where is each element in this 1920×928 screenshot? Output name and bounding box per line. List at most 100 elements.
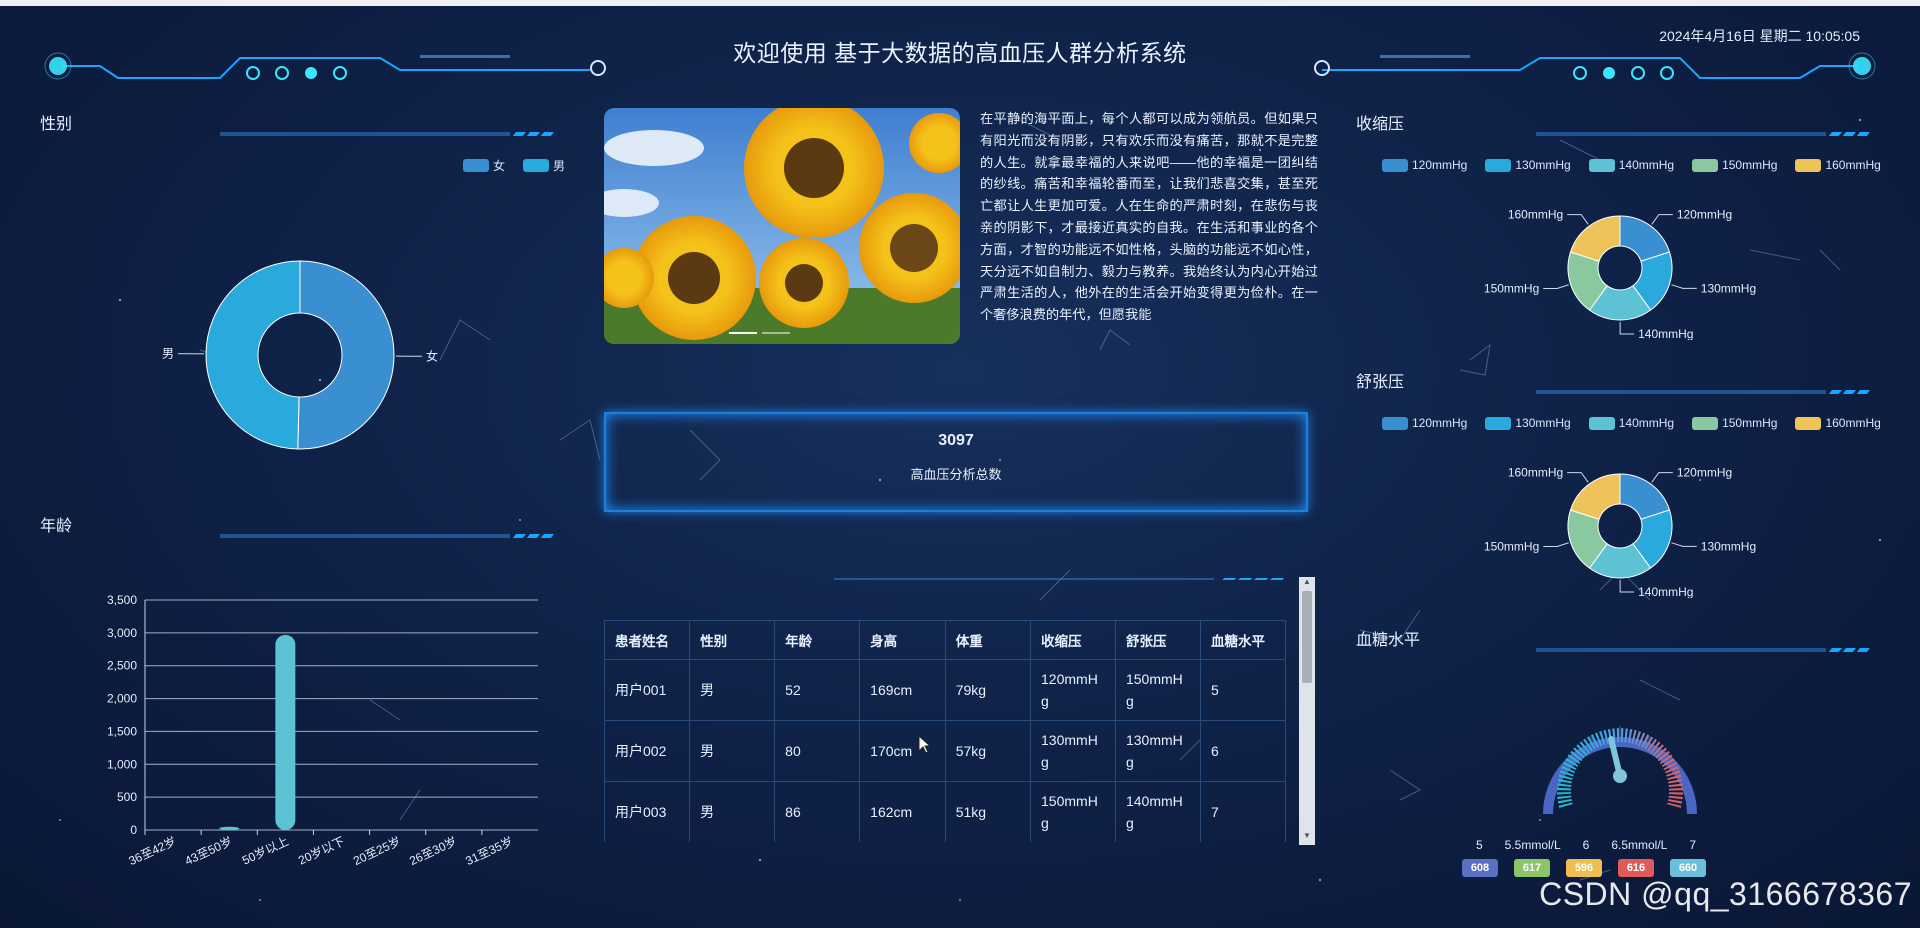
cell-age: 86 [774, 781, 861, 842]
table-row[interactable]: 用户001 男 52 169cm 79kg 120mmHg 150mmHg 5 [604, 659, 1286, 721]
gauge-label: 6.5mmol/L [1611, 838, 1668, 852]
x-tick-label: 26至30岁 [407, 833, 459, 868]
cell-systolic: 130mmHg [1030, 720, 1116, 782]
cell-gender: 男 [689, 720, 776, 782]
gender-donut-chart: 女男 [162, 260, 438, 450]
table-title-divider [834, 578, 1284, 580]
slice-label: 130mmHg [1701, 281, 1756, 295]
scroll-up-arrow-icon[interactable]: ▲ [1299, 577, 1315, 591]
stat-number: 3097 [938, 432, 974, 449]
col-header-height[interactable]: 身高 [859, 620, 946, 660]
col-header-systolic[interactable]: 收缩压 [1030, 620, 1116, 660]
donut-slice[interactable] [297, 260, 395, 450]
cell-height: 162cm [859, 781, 946, 842]
cell-name: 用户002 [604, 720, 691, 782]
cell-glucose: 7 [1199, 781, 1286, 842]
donut-slice[interactable] [1569, 215, 1621, 262]
cell-systolic: 120mmHg [1030, 659, 1116, 721]
legend-item-120[interactable]: 120mmHg [1382, 416, 1467, 430]
cell-height: 169cm [859, 659, 946, 721]
glucose-badge: 608 [1462, 859, 1498, 877]
y-tick-label: 1,000 [107, 757, 137, 771]
legend-item-120[interactable]: 120mmHg [1382, 158, 1467, 172]
cell-name: 用户001 [604, 659, 691, 721]
stat-card: 3097 高血压分析总数 [604, 412, 1308, 512]
slice-label-line [1543, 284, 1569, 290]
legend-item-female[interactable]: 女 [463, 157, 505, 174]
slice-label-line [1619, 321, 1635, 335]
donut-slice[interactable] [205, 260, 301, 450]
gauge-hub [1613, 769, 1627, 783]
age-bar[interactable] [275, 634, 296, 830]
slice-label: 女 [426, 348, 438, 363]
legend-item-male[interactable]: 男 [523, 157, 565, 174]
slice-label-line [1671, 542, 1697, 547]
sunflower-photo [604, 108, 960, 344]
diastolic-donut-chart: 120mmHg 130mmHg 140mmHg 150mmHg 160mmHg [1484, 466, 1756, 598]
y-tick-label: 2,000 [107, 692, 137, 706]
slice-label: 140mmHg [1638, 585, 1693, 598]
table-row[interactable]: 用户003 男 86 162cm 51kg 150mmHg 140mmHg 7 [604, 781, 1286, 842]
legend-item-130[interactable]: 130mmHg [1485, 416, 1571, 430]
y-tick-label: 3,000 [107, 626, 137, 640]
glucose-badge: 660 [1670, 859, 1706, 877]
scroll-down-arrow-icon[interactable]: ▼ [1299, 831, 1315, 845]
slice-label: 130mmHg [1701, 539, 1756, 553]
col-header-diastolic[interactable]: 舒张压 [1114, 620, 1201, 660]
legend-item-140[interactable]: 140mmHg [1588, 416, 1674, 430]
cell-diastolic: 150mmHg [1114, 659, 1201, 721]
glucose-badge: 616 [1618, 859, 1654, 877]
cell-age: 80 [774, 720, 861, 782]
table-scrollbar[interactable]: ▲ ▼ [1299, 577, 1315, 845]
col-header-weight[interactable]: 体重 [944, 620, 1032, 660]
slice-label-line [1651, 214, 1673, 225]
y-tick-label: 0 [130, 823, 137, 837]
cell-age: 52 [774, 659, 861, 721]
legend-item-160[interactable]: 160mmHg [1795, 416, 1881, 430]
legend-item-160[interactable]: 160mmHg [1795, 158, 1881, 172]
patient-table-container: 患者姓名 性别 年龄 身高 体重 收缩压 舒张压 血糖水平 用户001 男 52… [604, 620, 1286, 842]
scrollbar-thumb[interactable] [1302, 591, 1312, 683]
cell-height: 170cm [859, 720, 946, 782]
legend-item-140[interactable]: 140mmHg [1588, 158, 1674, 172]
glucose-title-divider [1536, 648, 1870, 652]
slice-label: 150mmHg [1484, 540, 1539, 554]
x-tick-label: 36至42岁 [126, 833, 178, 868]
col-header-name[interactable]: 患者姓名 [604, 620, 691, 660]
legend-item-150[interactable]: 150mmHg [1692, 158, 1777, 172]
donut-slice[interactable] [1569, 473, 1621, 520]
table-row[interactable]: 用户002 男 80 170cm 57kg 130mmHg 130mmHg 6 [604, 720, 1286, 782]
cell-glucose: 5 [1199, 659, 1286, 721]
col-header-glucose[interactable]: 血糖水平 [1199, 620, 1286, 660]
stat-label: 高血压分析总数 [910, 467, 1002, 482]
slice-label: 120mmHg [1677, 466, 1732, 480]
col-header-gender[interactable]: 性别 [689, 620, 776, 660]
page-title: 欢迎使用 基于大数据的高血压人群分析系统 [733, 40, 1187, 66]
slice-label: 120mmHg [1677, 208, 1732, 222]
legend-item-150[interactable]: 150mmHg [1692, 416, 1777, 430]
legend-item-130[interactable]: 130mmHg [1485, 158, 1571, 172]
cell-weight: 79kg [944, 659, 1032, 721]
slice-label: 160mmHg [1508, 466, 1563, 480]
slice-label-line [1651, 472, 1673, 483]
gender-legend: 女 男 [463, 157, 577, 174]
glucose-badge: 596 [1566, 859, 1602, 877]
col-header-age[interactable]: 年龄 [774, 620, 861, 660]
watermark-text: CSDN @qq_3166678367 [1539, 876, 1912, 912]
gender-title-divider [220, 132, 554, 136]
cell-diastolic: 130mmHg [1114, 720, 1201, 782]
y-tick-label: 500 [117, 790, 137, 804]
x-tick-label: 31至35岁 [463, 833, 515, 868]
cell-systolic: 150mmHg [1030, 781, 1116, 842]
slice-label: 140mmHg [1638, 327, 1693, 340]
age-bar[interactable] [219, 826, 240, 830]
cell-name: 用户003 [604, 781, 691, 842]
cell-gender: 男 [689, 781, 776, 842]
mouse-cursor-icon [918, 735, 932, 754]
age-title-divider [220, 534, 554, 538]
gauge-label: 6 [1582, 838, 1590, 852]
diastolic-legend: 120mmHg 130mmHg 140mmHg 150mmHg 160mmHg [1382, 416, 1893, 430]
diastolic-title-divider [1536, 390, 1870, 394]
slice-label: 160mmHg [1508, 208, 1563, 222]
cell-weight: 51kg [944, 781, 1032, 842]
